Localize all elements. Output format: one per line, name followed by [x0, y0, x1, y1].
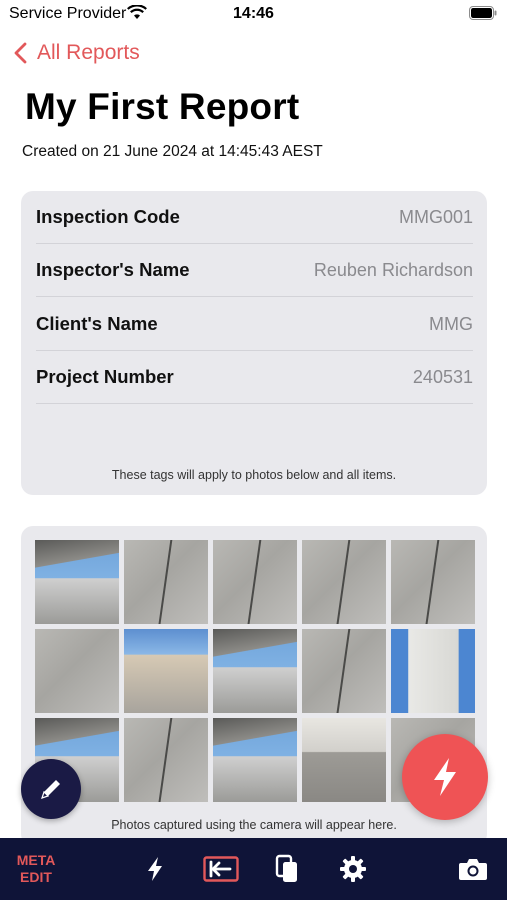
- photo-thumbnail[interactable]: [213, 540, 297, 624]
- detail-value[interactable]: MMG: [429, 314, 473, 335]
- meta-edit-button[interactable]: META EDIT: [14, 838, 58, 900]
- settings-button[interactable]: [337, 838, 369, 900]
- photo-thumbnail[interactable]: [302, 540, 386, 624]
- battery-icon: [469, 6, 497, 20]
- meta-edit-line1: META: [16, 852, 56, 868]
- camera-button[interactable]: [457, 838, 489, 900]
- photo-thumbnail[interactable]: [391, 629, 475, 713]
- flash-icon: [148, 857, 162, 881]
- meta-edit-line2: EDIT: [20, 869, 52, 885]
- back-button[interactable]: All Reports: [14, 38, 140, 68]
- photo-thumbnail[interactable]: [302, 629, 386, 713]
- photo-thumbnail[interactable]: [124, 629, 208, 713]
- detail-label: Inspection Code: [36, 206, 180, 227]
- detail-value[interactable]: Reuben Richardson: [314, 260, 473, 281]
- edit-fab-button[interactable]: [21, 759, 81, 819]
- photo-thumbnail[interactable]: [391, 540, 475, 624]
- status-bar: Service Provider 14:46: [0, 0, 507, 30]
- detail-label: Inspector's Name: [36, 259, 190, 280]
- flash-button[interactable]: [140, 838, 170, 900]
- photo-thumbnail[interactable]: [124, 718, 208, 802]
- page-title: My First Report: [25, 86, 300, 127]
- detail-row-project-number[interactable]: Project Number 240531: [36, 351, 473, 404]
- photo-thumbnail[interactable]: [213, 629, 297, 713]
- chevron-left-icon: [14, 42, 27, 64]
- import-icon: [203, 856, 239, 882]
- detail-value[interactable]: 240531: [413, 367, 473, 388]
- detail-label: Client's Name: [36, 313, 158, 334]
- bottom-toolbar: META EDIT: [0, 838, 507, 900]
- copy-button[interactable]: [272, 838, 302, 900]
- detail-row-inspector-name[interactable]: Inspector's Name Reuben Richardson: [36, 244, 473, 297]
- photo-thumbnail[interactable]: [213, 718, 297, 802]
- clock: 14:46: [233, 5, 274, 22]
- report-details-card: Inspection Code MMG001 Inspector's Name …: [21, 191, 487, 495]
- back-label: All Reports: [37, 41, 140, 64]
- tags-note: These tags will apply to photos below an…: [111, 468, 397, 482]
- detail-row-client-name[interactable]: Client's Name MMG: [36, 298, 473, 351]
- camera-icon: [459, 859, 487, 880]
- gear-icon: [340, 856, 366, 882]
- pencil-icon: [41, 780, 60, 799]
- detail-row-inspection-code[interactable]: Inspection Code MMG001: [36, 191, 473, 244]
- copy-icon: [275, 854, 297, 882]
- flash-icon: [434, 758, 456, 796]
- photo-thumbnail[interactable]: [124, 540, 208, 624]
- photos-note: Photos captured using the camera will ap…: [111, 818, 397, 832]
- photo-thumbnail[interactable]: [302, 718, 386, 802]
- quick-capture-fab-button[interactable]: [402, 734, 488, 820]
- created-timestamp: Created on 21 June 2024 at 14:45:43 AEST: [22, 143, 323, 160]
- detail-value[interactable]: MMG001: [399, 207, 473, 228]
- photo-thumbnail[interactable]: [35, 540, 119, 624]
- photo-thumbnail[interactable]: [35, 629, 119, 713]
- detail-label: Project Number: [36, 366, 174, 387]
- import-button[interactable]: [202, 838, 240, 900]
